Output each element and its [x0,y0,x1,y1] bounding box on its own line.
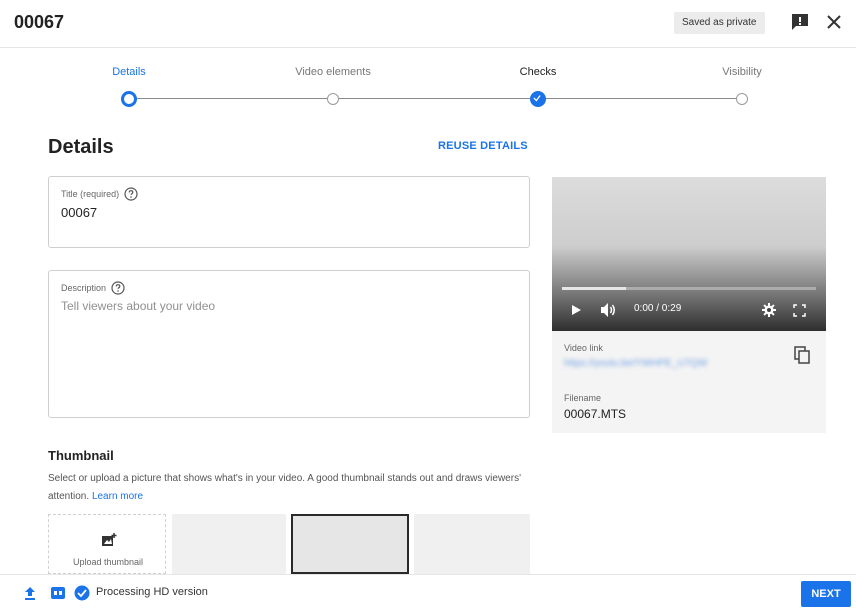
upload-icon[interactable] [22,585,38,601]
next-button[interactable]: NEXT [801,581,851,607]
step-video-elements-dot[interactable] [327,93,339,105]
title-field-label-row: Title (required) [61,187,138,201]
dialog-header: 00067 Saved as private [0,0,856,48]
add-photo-icon [102,533,117,546]
stepper-connector [546,98,738,99]
video-progress-bar[interactable] [562,287,816,290]
step-checks-label[interactable]: Checks [520,66,557,78]
auto-thumbnail-option-selected[interactable] [291,514,409,574]
step-visibility-label[interactable]: Visibility [722,66,762,78]
step-checks-dot[interactable] [530,91,546,107]
title-input[interactable]: 00067 [61,205,97,220]
description-field[interactable]: Description [48,270,530,418]
auto-thumbnail-option[interactable] [172,514,286,574]
hd-icon[interactable] [50,585,66,601]
dialog-footer: Processing HD version NEXT [0,574,856,610]
upload-thumbnail-button[interactable]: Upload thumbnail [48,514,166,574]
step-details-dot[interactable] [121,91,137,107]
step-details-label[interactable]: Details [112,66,146,78]
volume-icon[interactable] [600,302,618,318]
feedback-icon[interactable] [790,12,810,32]
filename-value: 00067.MTS [564,407,627,421]
dialog-title: 00067 [14,12,65,32]
saved-status-badge[interactable]: Saved as private [674,12,765,34]
upload-thumbnail-label: Upload thumbnail [72,557,144,567]
video-player[interactable]: 0:00 / 0:29 [552,177,826,331]
help-icon[interactable] [124,187,138,201]
fullscreen-icon[interactable] [793,304,806,317]
description-field-label-row: Description [61,281,125,295]
title-field-label: Title (required) [61,189,120,199]
auto-thumbnail-option[interactable] [414,514,530,574]
filename-label: Filename [564,393,602,403]
details-heading: Details [48,136,114,158]
processing-status: Processing HD version [96,586,208,598]
thumbnail-description: Select or upload a picture that shows wh… [48,470,538,506]
step-visibility-dot[interactable] [736,93,748,105]
title-field[interactable]: Title (required) 00067 [48,176,530,248]
reuse-details-button[interactable]: REUSE DETAILS [438,140,528,152]
copy-icon[interactable] [794,346,810,364]
video-link[interactable]: https://youtu.be/YWHPE_U7QW [564,358,754,370]
play-icon[interactable] [570,304,582,316]
check-circle-icon[interactable] [74,585,90,601]
video-time-readout: 0:00 / 0:29 [634,303,682,314]
thumbnail-heading: Thumbnail [48,448,114,463]
description-field-label: Description [61,283,107,293]
close-icon[interactable] [823,11,845,33]
gear-icon[interactable] [762,303,776,317]
video-progress-fill [562,287,626,290]
video-preview-panel: 0:00 / 0:29 Video link https://youtu.be/… [552,177,826,433]
video-link-label: Video link [564,343,603,353]
check-icon [533,95,541,102]
description-input[interactable] [61,299,501,313]
help-icon[interactable] [111,281,125,295]
learn-more-link[interactable]: Learn more [92,491,143,502]
step-video-elements-label[interactable]: Video elements [295,66,371,78]
upload-stepper: Details Video elements Checks Visibility [0,58,856,118]
